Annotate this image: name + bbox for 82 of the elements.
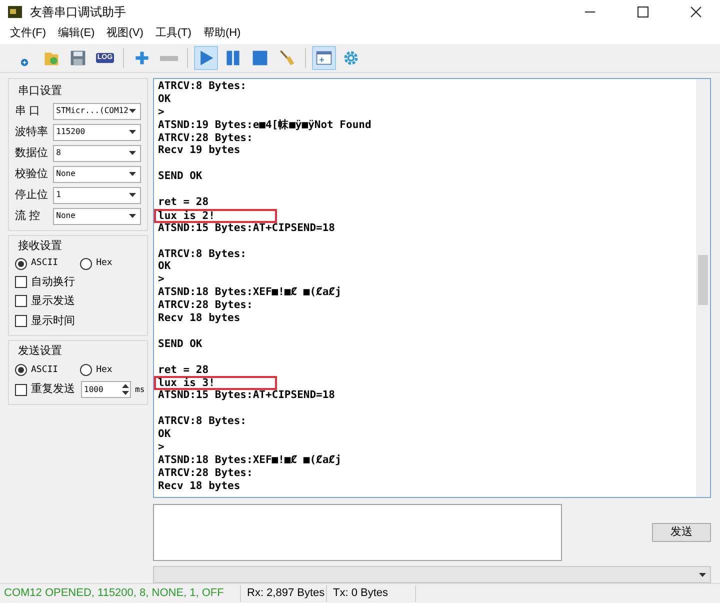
select-field[interactable]: None — [53, 208, 141, 224]
log-line: ATSND:19 Bytes:e■4[帓■ÿ■ÿNot Found — [158, 118, 372, 131]
plus-icon — [133, 49, 151, 67]
send-button[interactable]: 发送 — [652, 523, 711, 542]
maximize-icon[interactable] — [637, 6, 649, 18]
window-title: 友善串口调试助手 — [30, 4, 126, 20]
toolbar-button[interactable] — [194, 46, 218, 70]
radio-button[interactable]: Hex — [80, 257, 112, 270]
spinner-arrows-icon[interactable] — [121, 383, 130, 396]
tx-count: Tx: 0 Bytes — [326, 585, 416, 602]
log-line: Recv 18 bytes — [158, 312, 240, 324]
log-line: ret = 28 — [158, 196, 209, 208]
spin-field[interactable]: 1000 — [81, 381, 131, 398]
stop-icon — [251, 49, 269, 67]
radio-button[interactable]: ASCII — [15, 364, 58, 377]
menu-item[interactable]: 文件(F) — [4, 25, 52, 42]
menu-item[interactable]: 编辑(E) — [52, 25, 101, 42]
log-line: ATSND:18 Bytes:XEF■!■Ȼ ■(ȻaȻj — [158, 286, 342, 298]
connection-status: COM12 OPENED, 115200, 8, NONE, 1, OFF — [3, 586, 225, 602]
radio-button[interactable]: ASCII — [15, 257, 58, 270]
log-line: Recv 19 bytes — [158, 144, 240, 156]
checkbox[interactable]: 重复发送 — [15, 381, 75, 398]
caret-icon — [129, 151, 136, 155]
checkbox[interactable]: 显示时间 — [15, 312, 141, 329]
log-line: > — [158, 273, 164, 286]
scrollbar[interactable] — [696, 79, 710, 498]
settings-icon — [342, 49, 360, 67]
add-icon — [20, 58, 28, 67]
group-title: 串口设置 — [17, 84, 63, 99]
toolbar-button[interactable] — [312, 46, 336, 70]
radio-button[interactable]: Hex — [80, 364, 112, 377]
checkbox[interactable]: 显示发送 — [15, 293, 141, 310]
select-field[interactable]: 8 — [53, 144, 141, 162]
app-icon — [8, 4, 22, 18]
log-line: OK — [158, 260, 171, 272]
log-line: ret = 28 — [158, 364, 209, 376]
log-line: SEND OK — [158, 338, 202, 350]
log-line: ATRCV:28 Bytes: — [158, 132, 253, 144]
field-label: 校验位 — [15, 166, 49, 182]
log-line: ATSND:15 Bytes:AT+CIPSEND=18 — [158, 389, 336, 402]
rx-count: Rx: 2,897 Bytes — [240, 585, 326, 602]
checkbox[interactable]: 自动换行 — [15, 274, 141, 290]
field-label: 停止位 — [15, 188, 49, 203]
log-line: ATRCV:8 Bytes: — [158, 80, 247, 92]
select-field[interactable]: 115200 — [53, 124, 141, 140]
log-line: > — [158, 440, 164, 453]
log-line: ATSND:18 Bytes:XEF■!■Ȼ ■(ȻaȻj — [158, 454, 342, 466]
menu-item[interactable]: 工具(T) — [149, 25, 198, 42]
caret-icon — [129, 130, 136, 134]
select-field[interactable]: 1 — [53, 186, 141, 204]
caret-icon — [129, 193, 136, 197]
log-line: ATRCV:8 Bytes: — [158, 248, 247, 260]
field-label: 串 口 — [15, 104, 42, 119]
field-label: 波特率 — [15, 124, 49, 140]
select-field[interactable]: STMicr...(COM12 — [53, 102, 141, 120]
caret-icon — [129, 172, 136, 176]
group-title: 接收设置 — [17, 238, 63, 254]
caret-icon — [129, 109, 136, 113]
log-line: ATRCV:28 Bytes: — [158, 299, 253, 312]
log-line: OK — [158, 92, 171, 105]
caret-icon — [129, 214, 136, 218]
window-icon — [315, 49, 333, 67]
log-line: SEND OK — [158, 170, 202, 182]
caret-icon — [699, 572, 706, 577]
log-line: ATRCV:28 Bytes: — [158, 466, 253, 479]
close-icon[interactable] — [690, 6, 702, 18]
log-line: OK — [158, 428, 171, 440]
pause-icon — [224, 49, 242, 67]
select-field[interactable]: None — [53, 166, 141, 182]
field-label: 数据位 — [15, 146, 49, 161]
log-line: ATRCV:8 Bytes: — [158, 415, 247, 428]
send-input[interactable] — [153, 504, 562, 562]
menu-item[interactable]: 视图(V) — [100, 25, 150, 42]
log-line: Recv 18 bytes — [158, 480, 240, 492]
log-line: ATSND:15 Bytes:AT+CIPSEND=18 — [158, 222, 336, 234]
field-label: 流 控 — [15, 208, 42, 224]
menu-item[interactable]: 帮助(H) — [197, 25, 247, 42]
broom-icon — [278, 49, 296, 67]
group-title: 发送设置 — [17, 344, 63, 359]
minus-icon — [160, 56, 178, 60]
unit-label: ms — [135, 384, 145, 396]
log-line: > — [158, 106, 164, 118]
